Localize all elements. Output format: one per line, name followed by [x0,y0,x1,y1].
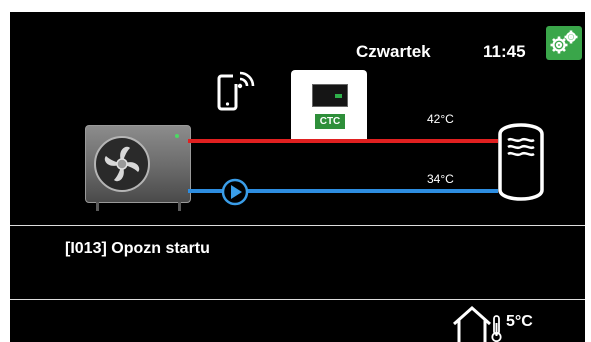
heat-pump-fan [94,136,150,192]
controller-display-icon: CTC [291,70,367,143]
controller-brand-logo: CTC [315,114,345,129]
gear-icon [550,30,578,54]
heat-pump-leg [178,202,181,211]
status-led [175,134,179,138]
settings-button[interactable] [546,26,582,60]
day-label: Czwartek [356,42,431,61]
status-message: [I013] Opozn startu [65,240,210,257]
supply-temperature: 42°C [427,112,454,126]
hmi-screen: Czwartek 11:45 CTC 42°C 34°C [I013] Opoz… [10,12,585,342]
supply-pipe [188,139,498,143]
outdoor-temperature: 5°C [506,313,533,330]
clock-time: 11:45 [483,42,526,61]
return-temperature: 34°C [427,172,454,186]
remote-phone-icon [217,71,255,111]
circulation-pump-icon [221,178,249,206]
status-panel: [I013] Opozn startu [10,225,585,300]
heat-pump-leg [96,202,99,211]
controller-screen [312,84,348,107]
house-thermometer-icon [453,305,502,342]
water-tank-icon [498,123,544,201]
heat-pump-unit-icon [85,125,191,211]
